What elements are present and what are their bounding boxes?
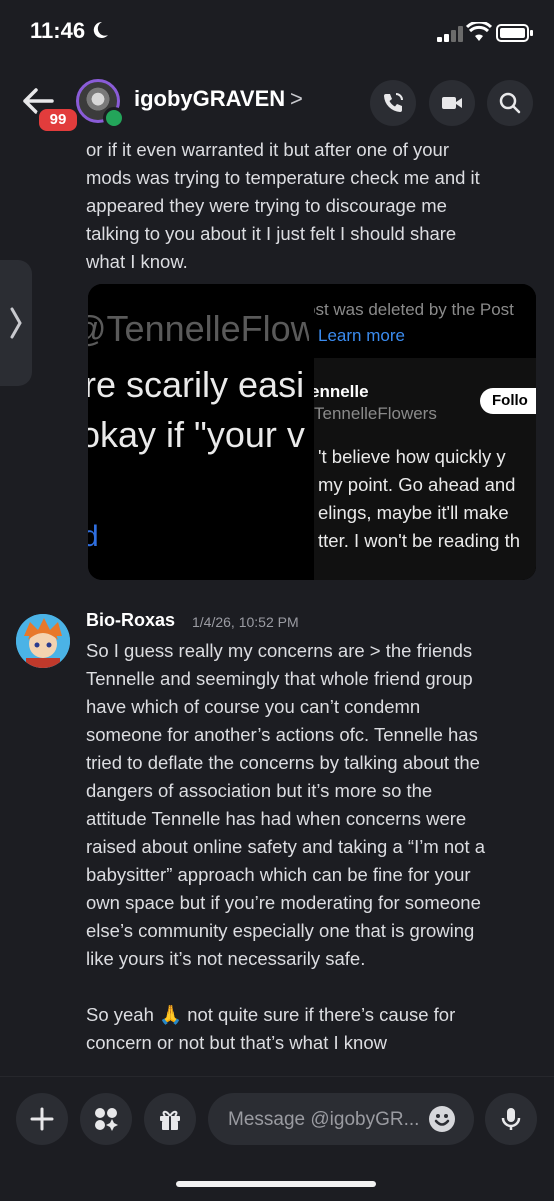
- learn-more-link: Learn more: [318, 326, 405, 345]
- follow-button: Follo: [480, 388, 536, 414]
- message-line: babysitter” approach which can be fine f…: [86, 864, 471, 885]
- message-line: else’s community especially one that is …: [86, 920, 475, 941]
- message-line: like yours it’s not necessarily safe.: [86, 948, 366, 969]
- voice-call-button[interactable]: [370, 80, 416, 126]
- message-line: someone for another’s actions ofc. Tenne…: [86, 724, 478, 745]
- account-handle: TennelleFlowers: [314, 404, 437, 423]
- message-line: Tennelle and seemingly that whole friend…: [86, 668, 473, 689]
- message-line: raised about online safety and taking a …: [86, 836, 486, 857]
- drawer-handle[interactable]: [0, 260, 32, 386]
- gift-button[interactable]: [144, 1093, 196, 1145]
- avatar-illustration: [16, 614, 70, 668]
- apps-button[interactable]: [80, 1093, 132, 1145]
- online-status-indicator: [103, 107, 125, 129]
- message-author[interactable]: Bio-Roxas: [86, 610, 175, 631]
- message-line: own space but if you’re moderating for s…: [86, 892, 481, 913]
- message-body: So I guess really my concerns are > the …: [86, 637, 526, 1057]
- signal-icon: [437, 26, 463, 42]
- message-line: appeared they were trying to discourage …: [86, 195, 447, 216]
- plus-icon: [30, 1107, 54, 1131]
- attachment-image-left[interactable]: @TennelleFlow re scarily easi okay if "y…: [88, 284, 309, 580]
- message-line: tried to deflate the concerns by talking…: [86, 752, 480, 773]
- image-text: okay if "your v: [88, 414, 305, 455]
- moon-icon: [93, 21, 108, 38]
- gift-icon: [160, 1110, 180, 1130]
- tweet-text-line: tter. I won't be reading th: [318, 530, 521, 551]
- chevron-right-icon: [10, 307, 22, 339]
- message-line: attitude Tennelle has had when concerns …: [86, 808, 467, 829]
- search-icon: [499, 92, 521, 114]
- home-indicator[interactable]: [176, 1181, 376, 1187]
- emoji-icon[interactable]: [428, 1105, 456, 1133]
- dm-username[interactable]: igobyGRAVEN: [134, 86, 285, 112]
- image-text: re scarily easi: [88, 364, 305, 405]
- message-line: have which of course you can’t condemn: [86, 696, 421, 717]
- video-camera-icon: [442, 97, 462, 109]
- clock: 11:46: [30, 18, 86, 43]
- unread-count-badge: 99: [36, 106, 80, 134]
- wifi-icon: [466, 22, 492, 41]
- dm-header: igobyGRAVEN >: [0, 66, 554, 140]
- message-line: concern or not but that’s what I know: [86, 1032, 387, 1053]
- message-line: So I guess really my concerns are > the …: [86, 640, 473, 661]
- attachment-image-right[interactable]: ost was deleted by the Post Learn more e…: [314, 284, 536, 580]
- message-line: So yeah 🙏 not quite sure if there’s caus…: [86, 1004, 456, 1025]
- message-line: dangers of association but it’s more so …: [86, 780, 433, 801]
- message-timestamp: 1/4/26, 10:52 PM: [192, 614, 299, 630]
- image-text: @TennelleFlow: [88, 308, 309, 349]
- tweet-text-line: elings, maybe it'll make: [318, 502, 509, 523]
- voice-message-button[interactable]: [485, 1093, 537, 1145]
- search-button[interactable]: [487, 80, 533, 126]
- tweet-text-line: my point. Go ahead and: [318, 474, 516, 495]
- deleted-post-notice: ost was deleted by the Post: [314, 300, 514, 319]
- author-avatar[interactable]: [16, 614, 70, 668]
- video-call-button[interactable]: [429, 80, 475, 126]
- account-name: ennelle: [314, 382, 369, 401]
- message-body-continuation: or if it even warranted it but after one…: [86, 136, 526, 276]
- message-input-container: [208, 1093, 474, 1145]
- message-line: mods was trying to temperature check me …: [86, 167, 480, 188]
- phone-icon: [384, 93, 403, 112]
- chevron-right-icon[interactable]: >: [290, 86, 303, 112]
- image-text: d: [88, 520, 99, 553]
- tweet-card: ennelle TennelleFlowers Follo 't believe…: [314, 358, 536, 580]
- battery-icon: [496, 24, 533, 42]
- status-bar: 11:46: [0, 0, 554, 66]
- add-attachment-button[interactable]: [16, 1093, 68, 1145]
- image-attachments: @TennelleFlow re scarily easi okay if "y…: [88, 284, 536, 580]
- message-line: what I know.: [86, 251, 188, 272]
- tweet-text-line: 't believe how quickly y: [318, 446, 506, 467]
- message-line: talking to you about it I just felt I sh…: [86, 223, 457, 244]
- apps-icon: [95, 1108, 118, 1131]
- message-input[interactable]: [226, 1105, 430, 1135]
- microphone-icon: [501, 1108, 521, 1130]
- message-line: or if it even warranted it but after one…: [86, 139, 449, 160]
